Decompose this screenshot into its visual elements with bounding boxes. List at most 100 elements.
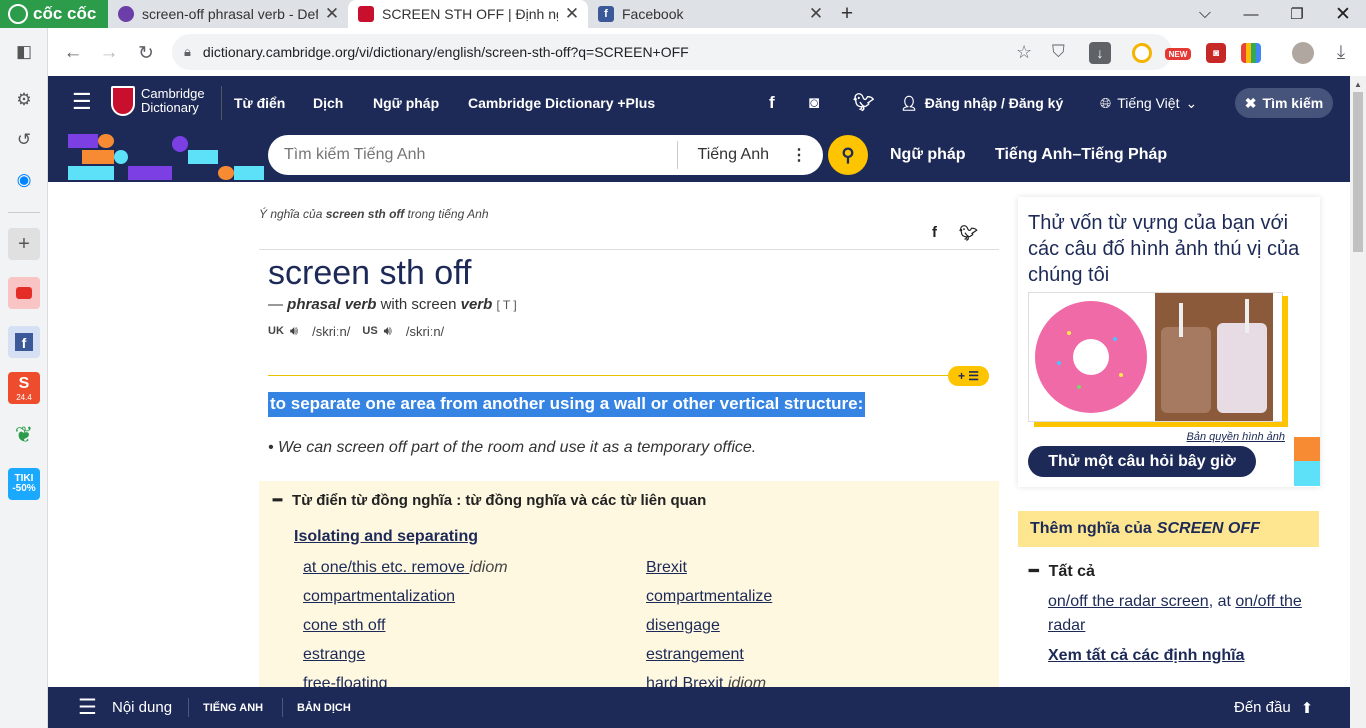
thesaurus-word[interactable]: cone sth off	[303, 617, 385, 635]
twitter-icon[interactable]: 🐦︎	[853, 76, 875, 130]
thesaurus-box: ━ Từ điển từ đồng nghĩa : từ đồng nghĩa v…	[259, 481, 999, 692]
nav-dictionary[interactable]: Từ điển	[234, 76, 285, 130]
download-icon[interactable]: ⤓	[1328, 40, 1354, 66]
browser-brand[interactable]: cốc cốc	[0, 0, 108, 28]
facebook-share-icon[interactable]: f	[932, 224, 937, 242]
cambridge-logo[interactable]: Cambridge Dictionary	[111, 86, 205, 116]
breadcrumb-suffix: trong tiếng Anh	[407, 207, 489, 221]
nav-grammar[interactable]: Ngữ pháp	[373, 76, 439, 130]
scrollbar-thumb[interactable]	[1353, 92, 1363, 252]
hamburger-menu-icon[interactable]: ☰	[72, 91, 94, 115]
back-to-top-label: Đến đầu	[1234, 699, 1291, 716]
new-tab-button[interactable]: +	[836, 2, 858, 26]
nav-translate[interactable]: Dịch	[313, 76, 343, 130]
close-icon[interactable]: ✕	[564, 4, 580, 24]
search-language-dropdown[interactable]: Tiếng Anh ⋮	[678, 145, 823, 165]
thesaurus-title[interactable]: ━ Từ điển từ đồng nghĩa : từ đồng nghĩa v…	[273, 491, 706, 509]
thesaurus-subtitle[interactable]: Isolating and separating	[294, 528, 478, 546]
bookmark-star-icon[interactable]: ☆	[1016, 42, 1032, 63]
history-icon[interactable]: ↺	[8, 124, 40, 156]
tiki-label: TIKI -50%	[12, 473, 36, 494]
logo-line2: Dictionary	[141, 100, 199, 115]
scroll-up-icon[interactable]: ▲	[1354, 80, 1362, 89]
language-selector[interactable]: 🌐︎ Tiếng Việt ⌄	[1100, 76, 1197, 130]
new-badge-extension-icon[interactable]: NEW	[1165, 48, 1191, 60]
tiki-icon[interactable]: TIKI -50%	[8, 468, 40, 500]
decorative-pattern	[68, 134, 268, 180]
reload-icon[interactable]: ↻	[133, 40, 159, 66]
thesaurus-word[interactable]: disengage	[646, 617, 720, 635]
back-to-top-link[interactable]: Đến đầu ⬆	[1234, 687, 1313, 728]
contents-link[interactable]: Nội dung	[112, 687, 172, 728]
thesaurus-word[interactable]: compartmentalization	[303, 588, 455, 606]
thesaurus-word[interactable]: Brexit	[646, 559, 687, 577]
settings-icon[interactable]: ⚙	[8, 84, 40, 116]
colorful-extension-icon[interactable]	[1241, 43, 1261, 63]
thesaurus-word[interactable]: at one/this etc. remove idiom	[303, 559, 508, 577]
thesaurus-word[interactable]: estrangement	[646, 646, 744, 664]
uk-audio-icon[interactable]: 🔊︎	[290, 323, 298, 339]
coccoc-leaf-icon[interactable]: ❦	[8, 419, 40, 451]
pos-dash: —	[268, 296, 283, 313]
see-all-definitions-link[interactable]: Xem tất cả các định nghĩa	[1048, 647, 1245, 665]
tab-3[interactable]: f Facebook ✕	[588, 0, 832, 28]
thesaurus-word[interactable]: compartmentalize	[646, 588, 772, 606]
minimize-icon[interactable]: —	[1228, 0, 1274, 28]
chrome-extension-icon[interactable]	[1132, 43, 1152, 63]
facebook-icon[interactable]: f	[769, 76, 775, 130]
us-label: US	[362, 325, 378, 337]
back-icon[interactable]: ←	[60, 40, 86, 66]
download-manager-icon[interactable]: ↓	[1089, 42, 1111, 64]
add-icon[interactable]: +	[8, 228, 40, 260]
shield-icon[interactable]: ⛉	[1052, 42, 1065, 62]
close-window-icon[interactable]: ✕	[1320, 0, 1366, 28]
promo-accent	[1034, 422, 1288, 427]
facebook-icon[interactable]: f	[8, 326, 40, 358]
related-link[interactable]: on/off the radar screen	[1048, 593, 1209, 610]
tab-search-icon[interactable]: ⌵	[1182, 0, 1228, 28]
login-link[interactable]: 👤︎ Đăng nhập / Đăng ký	[900, 76, 1063, 130]
word-text: compartmentalize	[646, 588, 773, 605]
tab-1[interactable]: screen-off phrasal verb - Defi ✕	[108, 0, 348, 28]
instagram-icon[interactable]: ◙	[809, 76, 819, 130]
add-to-wordlist-button[interactable]: + ☰	[948, 366, 989, 386]
shopee-icon[interactable]: S 24.4	[8, 372, 40, 404]
search-input[interactable]	[268, 146, 677, 164]
related-separator: , at	[1208, 593, 1231, 610]
all-toggle[interactable]: ━ Tất cả	[1029, 561, 1095, 581]
thesaurus-word[interactable]: estrange	[303, 646, 365, 664]
search-toggle-button[interactable]: ✖ Tìm kiếm	[1235, 88, 1333, 118]
search-button[interactable]: ⚲	[828, 135, 868, 175]
close-icon[interactable]: ✕	[324, 4, 340, 24]
us-audio-icon[interactable]: 🔊︎	[384, 323, 392, 339]
tab-english[interactable]: TIẾNG ANH	[203, 687, 263, 728]
sidebar-toggle-icon[interactable]: ◧	[8, 36, 40, 68]
avatar[interactable]	[1292, 42, 1314, 64]
red-extension-icon[interactable]: ◙	[1206, 43, 1226, 63]
uk-ipa: /skriːn/	[312, 323, 351, 339]
maximize-icon[interactable]: ❐	[1274, 0, 1320, 28]
collapse-icon: ━	[1029, 563, 1039, 580]
url-text: dictionary.cambridge.org/vi/dictionary/e…	[202, 44, 689, 60]
messenger-icon[interactable]: ◉	[8, 164, 40, 196]
close-icon[interactable]: ✕	[808, 4, 824, 24]
arrow-up-circle-icon: ⬆	[1300, 699, 1314, 717]
search-icon: ⚲	[841, 144, 855, 165]
grammar-link[interactable]: Ngữ pháp	[890, 130, 966, 180]
tab-translation[interactable]: BẢN DỊCH	[297, 687, 351, 728]
image-copyright-link[interactable]: Bản quyền hình ảnh	[1187, 431, 1285, 443]
tab-2-active[interactable]: SCREEN STH OFF | Định nghĩa ✕	[348, 0, 588, 28]
try-quiz-button[interactable]: Thử một câu hỏi bây giờ	[1028, 446, 1256, 477]
nav-plus[interactable]: Cambridge Dictionary +Plus	[468, 76, 655, 130]
twitter-share-icon[interactable]: 🐦︎	[959, 224, 978, 242]
bottom-divider	[188, 698, 189, 717]
pos-with: with screen	[380, 296, 457, 313]
forward-icon[interactable]: →	[96, 40, 122, 66]
english-french-link[interactable]: Tiếng Anh–Tiếng Pháp	[995, 130, 1167, 180]
coccoc-logo-icon	[8, 4, 28, 24]
language-label: Tiếng Việt	[1117, 95, 1180, 111]
youtube-icon[interactable]	[8, 277, 40, 309]
word-text: Brexit	[646, 559, 687, 576]
contents-menu-icon[interactable]: ☰	[78, 687, 97, 728]
scrollbar[interactable]: ▲	[1350, 76, 1366, 728]
